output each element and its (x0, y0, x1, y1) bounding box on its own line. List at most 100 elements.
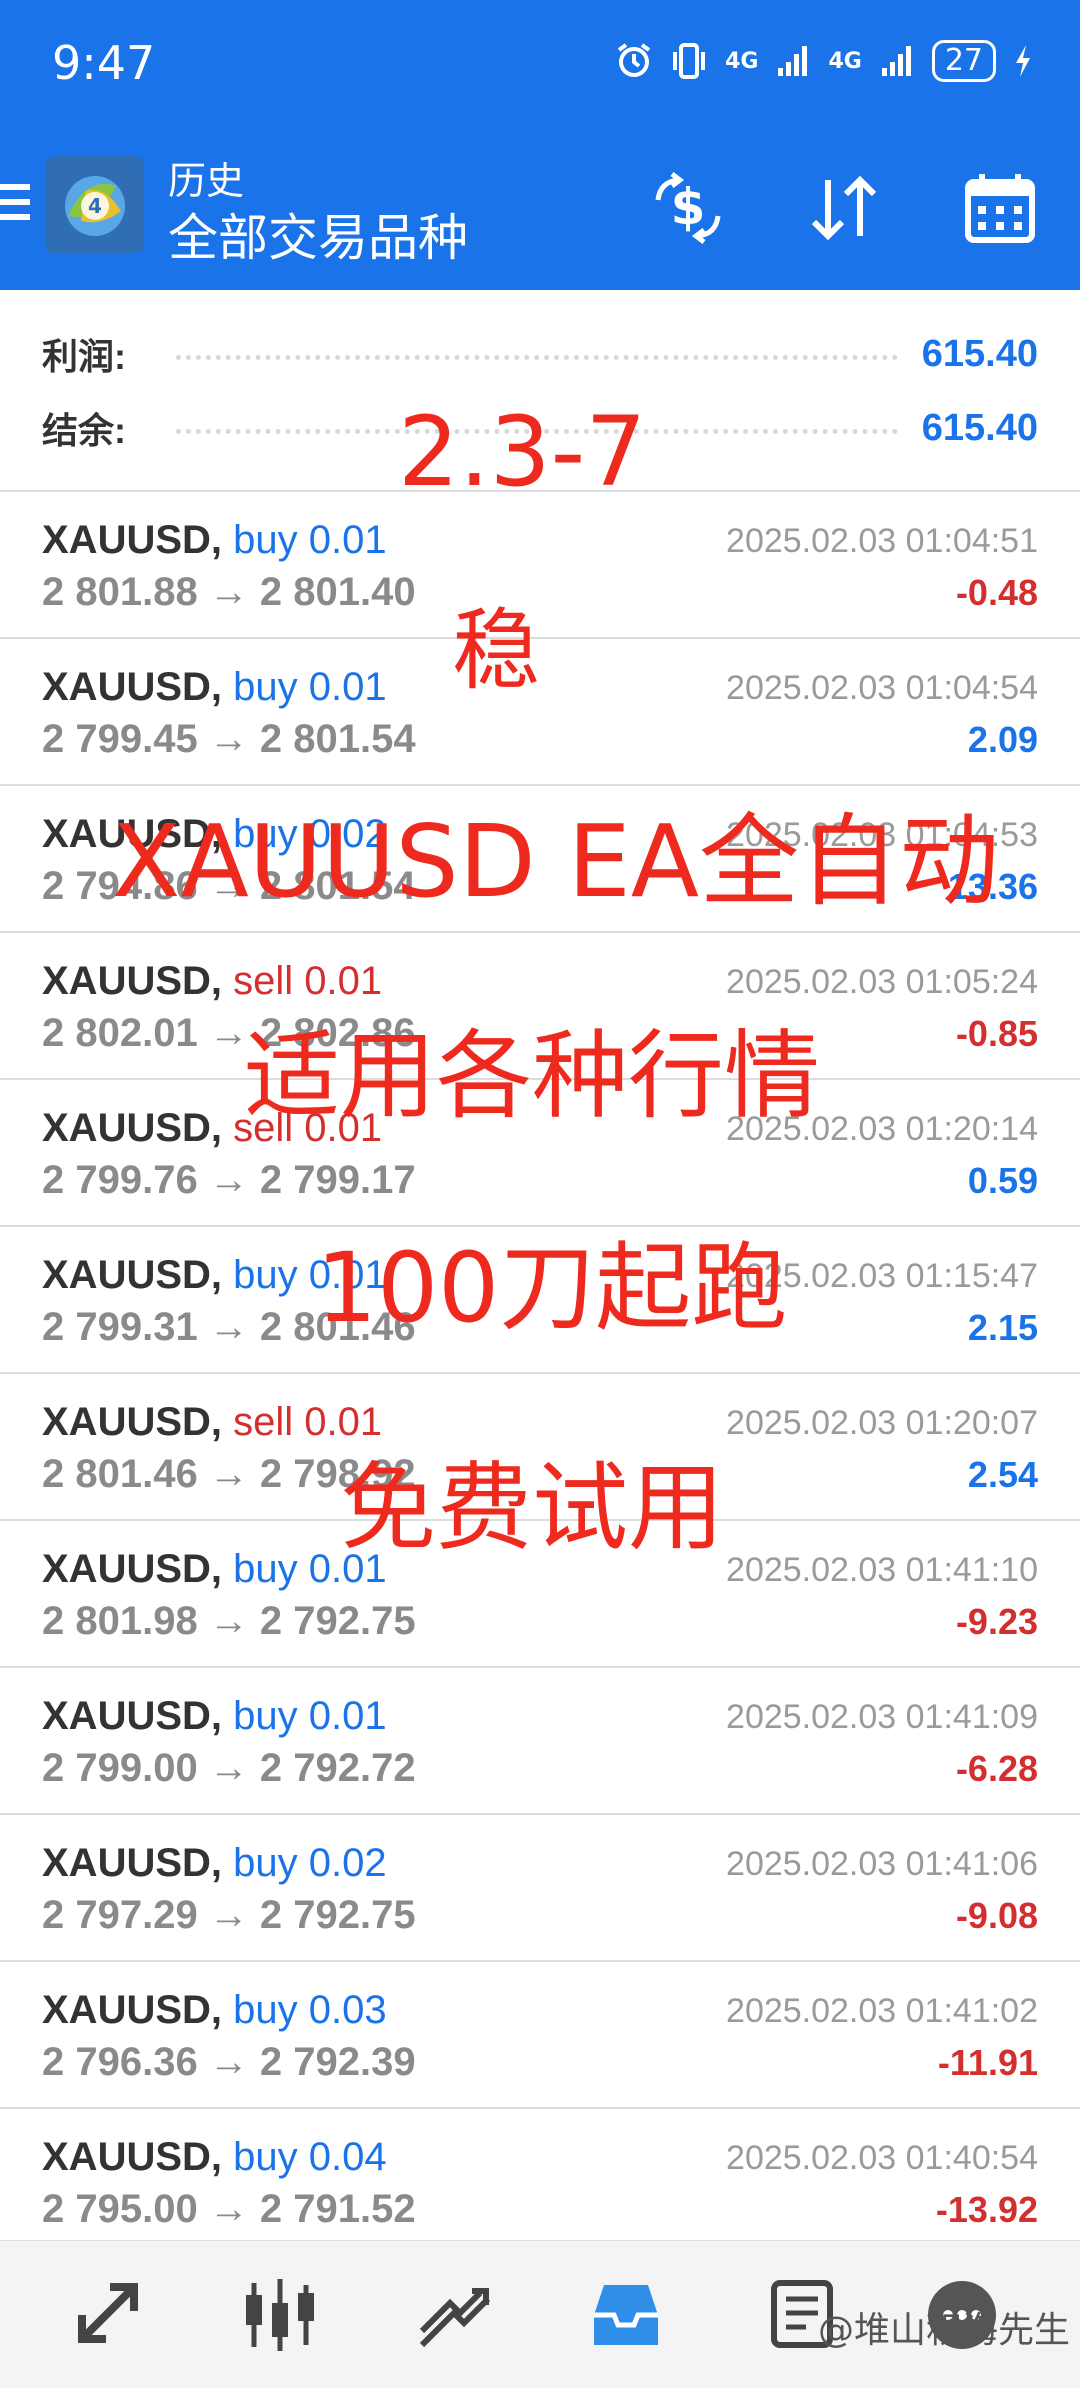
deal-symbol: XAUUSD, (42, 1694, 223, 1738)
network-4g-label: 4G (725, 48, 759, 74)
metatrader-logo: 4 (46, 156, 144, 254)
deal-profit: -9.08 (955, 1895, 1038, 1936)
svg-text:4: 4 (88, 194, 102, 218)
calendar-icon (965, 174, 1035, 243)
currency-exchange-icon: $ (655, 172, 721, 244)
deal-symbol: XAUUSD, (42, 1400, 223, 1444)
network-4g-label: 4G (828, 48, 862, 74)
status-bar: 9:47 4G 4G 27 (0, 0, 1080, 132)
balance-label: 结余: (42, 410, 126, 451)
deal-profit: -9.23 (955, 1601, 1038, 1642)
charging-icon (1016, 45, 1030, 77)
deal-symbol-line: XAUUSD, sell 0.01 (42, 1400, 382, 1445)
deal-symbol-line: XAUUSD, buy 0.02 (42, 1841, 387, 1886)
deal-symbol: XAUUSD, (42, 1841, 223, 1885)
dotted-leader (176, 354, 898, 360)
deal-side: buy 0.01 (233, 518, 387, 562)
deal-side: buy 0.02 (233, 1841, 387, 1885)
deal-time: 2025.02.03 01:40:54 (726, 2139, 1038, 2177)
deal-symbol: XAUUSD, (42, 665, 223, 709)
deal-profit: -0.85 (955, 1013, 1038, 1054)
nav-trade[interactable] (414, 2275, 494, 2355)
deal-symbol-line: XAUUSD, buy 0.01 (42, 665, 387, 710)
deal-profit: -0.48 (955, 572, 1038, 613)
battery-indicator: 27 (931, 40, 996, 82)
nav-quotes[interactable] (70, 2275, 150, 2355)
signal-4g-icon (778, 46, 808, 76)
status-time: 9:47 (52, 36, 156, 90)
deal-prices: 2 797.29 → 2 792.75 (42, 1893, 416, 1937)
deal-list: XAUUSD, buy 0.01 2 801.88 → 2 801.40 2025.… (0, 492, 1080, 2256)
sort-button[interactable] (802, 166, 886, 250)
deal-side: buy 0.03 (233, 1988, 387, 2032)
deal-symbol: XAUUSD, (42, 2135, 223, 2179)
deal-side: sell 0.01 (233, 959, 383, 1003)
bottom-navigation: @堆山积海先生 (0, 2240, 1080, 2388)
balance-value: 615.40 (921, 406, 1038, 449)
deal-symbol-line: XAUUSD, buy 0.01 (42, 518, 387, 563)
nav-chart[interactable] (240, 2275, 320, 2355)
deal-side: buy 0.01 (233, 665, 387, 709)
deal-row[interactable]: XAUUSD, buy 0.03 2 796.36 → 2 792.39 2025.… (0, 1962, 1080, 2109)
deal-symbol-line: XAUUSD, buy 0.01 (42, 1547, 387, 1592)
deal-symbol-line: XAUUSD, buy 0.03 (42, 1988, 387, 2033)
deal-profit: -13.92 (935, 2189, 1038, 2230)
deal-time: 2025.02.03 01:20:07 (726, 1404, 1038, 1442)
app-toolbar: 4 历史 全部交易品种 $ (0, 132, 1080, 290)
overlay-product: XAUUSD EA全自动 (112, 803, 1000, 920)
deal-prices: 2 799.45 → 2 801.54 (42, 717, 416, 761)
deal-time: 2025.02.03 01:41:06 (726, 1845, 1038, 1883)
deal-time: 2025.02.03 01:05:24 (726, 963, 1038, 1001)
deal-symbol-line: XAUUSD, buy 0.04 (42, 2135, 387, 2180)
deal-side: buy 0.01 (233, 1694, 387, 1738)
profit-value: 615.40 (921, 332, 1038, 375)
svg-text:$: $ (671, 178, 706, 236)
profit-label: 利润: (42, 336, 126, 377)
deal-symbol: XAUUSD, (42, 959, 223, 1003)
deal-time: 2025.02.03 01:41:09 (726, 1698, 1038, 1736)
signal-4g-icon (881, 46, 911, 76)
deal-prices: 2 796.36 → 2 792.39 (42, 2040, 416, 2084)
deal-symbol: XAUUSD, (42, 1106, 223, 1150)
overlay-trial: 免费试用 (340, 1452, 724, 1564)
nav-history[interactable] (586, 2275, 666, 2355)
deal-row[interactable]: XAUUSD, buy 0.04 2 795.00 → 2 791.52 2025.… (0, 2109, 1080, 2256)
trade-icon (419, 2288, 491, 2348)
menu-icon[interactable] (0, 184, 30, 228)
deal-prices: 2 801.88 → 2 801.40 (42, 570, 416, 614)
deal-symbol: XAUUSD, (42, 1253, 223, 1297)
history-icon (594, 2285, 658, 2345)
deal-side: buy 0.04 (233, 2135, 387, 2179)
deal-profit: 2.54 (967, 1454, 1038, 1495)
deal-time: 2025.02.03 01:41:10 (726, 1551, 1038, 1589)
deal-row[interactable]: XAUUSD, buy 0.01 2 799.00 → 2 792.72 2025.… (0, 1668, 1080, 1815)
alarm-icon (617, 43, 651, 77)
chart-icon (246, 2279, 314, 2351)
sort-icon (811, 175, 877, 241)
deal-profit: 2.15 (967, 1307, 1038, 1348)
deal-time: 2025.02.03 01:04:51 (726, 522, 1038, 560)
deal-profit: 2.09 (967, 719, 1038, 760)
overlay-markets: 适用各种行情 (244, 1020, 820, 1132)
deal-prices: 2 801.98 → 2 792.75 (42, 1599, 416, 1643)
toolbar-title[interactable]: 全部交易品种 (168, 198, 468, 270)
deal-row[interactable]: XAUUSD, buy 0.02 2 797.29 → 2 792.75 2025.… (0, 1815, 1080, 1962)
deal-prices: 2 799.00 → 2 792.72 (42, 1746, 416, 1790)
deal-time: 2025.02.03 01:04:54 (726, 669, 1038, 707)
deal-profit: -6.28 (955, 1748, 1038, 1789)
deal-prices: 2 795.00 → 2 791.52 (42, 2187, 416, 2231)
toolbar-subtitle: 历史 (168, 161, 245, 203)
deal-symbol: XAUUSD, (42, 518, 223, 562)
deal-time: 2025.02.03 01:41:02 (726, 1992, 1038, 2030)
watermark-text: @堆山积海先生 (817, 2310, 1070, 2351)
deal-profit: 0.59 (967, 1160, 1038, 1201)
deal-symbol: XAUUSD, (42, 1988, 223, 2032)
currency-exchange-button[interactable]: $ (646, 166, 730, 250)
calendar-button[interactable] (958, 166, 1042, 250)
deal-prices: 2 799.76 → 2 799.17 (42, 1158, 416, 1202)
deal-symbol-line: XAUUSD, buy 0.01 (42, 1694, 387, 1739)
deal-symbol: XAUUSD, (42, 1547, 223, 1591)
deal-profit: -11.91 (937, 2042, 1038, 2083)
overlay-stable: 稳 (452, 599, 541, 702)
profit-row: 利润: 615.40 (42, 324, 1038, 384)
